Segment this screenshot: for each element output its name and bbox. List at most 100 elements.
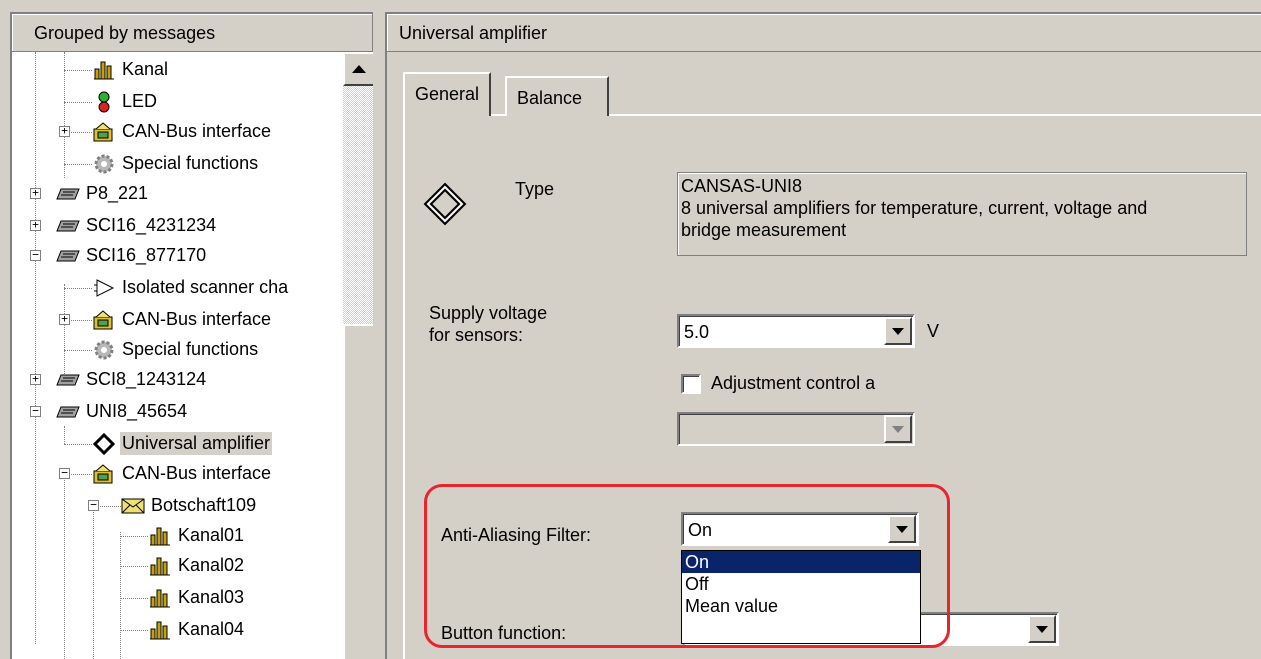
- tree-header[interactable]: Grouped by messages: [12, 14, 373, 52]
- tree-item-botschaft109[interactable]: Botschaft109: [121, 490, 258, 521]
- tree-item-kanal04[interactable]: Kanal04: [148, 614, 246, 645]
- adjustment-control-label: Adjustment control a: [711, 373, 876, 393]
- channel-bars-icon: [148, 525, 172, 547]
- tree-item-isolated-scanner[interactable]: Isolated scanner cha: [92, 272, 290, 303]
- tree-expand-toggle[interactable]: +: [30, 373, 41, 385]
- device-tree[interactable]: Kanal LED + CAN-Bus interface Special fu…: [12, 52, 343, 659]
- bridge-amplifier-icon: [421, 180, 469, 233]
- chevron-down-icon: [892, 425, 904, 433]
- tree-item-can-bus-interface[interactable]: CAN-Bus interface: [92, 304, 273, 335]
- tree-item-sci8-1243124[interactable]: SCI8_1243124: [56, 364, 208, 395]
- module-icon: [56, 369, 80, 391]
- tree-branch-line: [64, 70, 92, 71]
- tree-item-universal-amplifier[interactable]: Universal amplifier: [92, 428, 273, 459]
- can-bus-interface-icon: [92, 121, 116, 143]
- module-icon: [56, 215, 80, 237]
- tree-collapse-toggle[interactable]: −: [88, 499, 99, 511]
- supply-voltage-select[interactable]: 5.0: [677, 314, 915, 348]
- tree-expand-toggle[interactable]: +: [30, 187, 41, 199]
- envelope-icon: [121, 495, 145, 517]
- bridge-amplifier-icon: [92, 432, 116, 455]
- tree-item-kanal03[interactable]: Kanal03: [148, 582, 246, 613]
- led-icon: [92, 91, 116, 113]
- tree-collapse-toggle[interactable]: −: [59, 467, 70, 479]
- channel-bars-icon: [92, 59, 116, 81]
- tree-item-label: Kanal03: [178, 587, 245, 607]
- pane-splitter[interactable]: [373, 0, 385, 659]
- tree-expand-toggle[interactable]: +: [59, 313, 70, 325]
- tree-item-label: SCI16_4231234: [86, 215, 217, 235]
- can-bus-interface-icon: [92, 463, 116, 485]
- tree-item-sci16-877170[interactable]: SCI16_877170: [56, 240, 208, 271]
- tree-item-label: CAN-Bus interface: [122, 463, 272, 483]
- tree-item-can-bus-interface[interactable]: CAN-Bus interface: [92, 458, 273, 489]
- type-description: CANSAS-UNI8 8 universal amplifiers for t…: [677, 172, 1247, 256]
- dropdown-option-mean-value[interactable]: Mean value: [682, 595, 920, 617]
- tree-item-label: Universal amplifier: [120, 432, 273, 455]
- tree-branch-line: [64, 288, 92, 289]
- tree-item-kanal02[interactable]: Kanal02: [148, 550, 246, 581]
- tree-branch-line: [120, 536, 148, 537]
- scrollbar-thumb[interactable]: [343, 324, 373, 659]
- dropdown-option-on[interactable]: On: [682, 551, 920, 573]
- scroll-up-button[interactable]: [343, 52, 373, 86]
- tree-item-label: SCI8_1243124: [86, 369, 207, 389]
- anti-aliasing-filter-select[interactable]: On: [681, 512, 919, 546]
- adjustment-select[interactable]: [677, 412, 915, 446]
- tab-general[interactable]: General: [403, 72, 492, 116]
- tree-item-p8-221[interactable]: P8_221: [56, 178, 150, 209]
- dropdown-arrow-button[interactable]: [884, 415, 912, 443]
- type-name: CANSAS-UNI8: [681, 176, 803, 196]
- chevron-down-icon: [892, 327, 904, 335]
- adjustment-control-checkbox[interactable]: [681, 374, 701, 394]
- tree-item-label: UNI8_45654: [86, 401, 188, 421]
- tree-branch-line: [64, 102, 92, 103]
- tree-item-label: Kanal01: [178, 525, 245, 545]
- type-label: Type: [515, 179, 555, 199]
- channel-bars-icon: [148, 587, 172, 609]
- channel-bars-icon: [148, 555, 172, 577]
- type-description-line: bridge measurement: [681, 220, 847, 240]
- tree-item-label: Special functions: [122, 153, 259, 173]
- tree-guide-line: [35, 52, 36, 644]
- tree-branch-line: [64, 444, 92, 445]
- tree-item-special-functions[interactable]: Special functions: [92, 334, 260, 365]
- tree-item-uni8-45654[interactable]: UNI8_45654: [56, 396, 189, 427]
- tree-item-label: Special functions: [122, 339, 259, 359]
- tree-item-label: LED: [122, 91, 158, 111]
- button-function-label: Button function:: [441, 623, 567, 643]
- tab-balance[interactable]: Balance: [505, 76, 609, 116]
- dropdown-arrow-button[interactable]: [1028, 615, 1056, 643]
- module-icon: [56, 245, 80, 267]
- channel-bars-icon: [148, 619, 172, 641]
- tree-guide-line: [120, 532, 121, 659]
- tree-item-label: CAN-Bus interface: [122, 121, 272, 141]
- tree-item-led[interactable]: LED: [92, 86, 159, 117]
- tree-collapse-toggle[interactable]: −: [30, 405, 41, 417]
- tree-item-kanal01[interactable]: Kanal01: [148, 520, 246, 551]
- tree-scrollbar[interactable]: [343, 52, 373, 659]
- tree-branch-line: [64, 350, 92, 351]
- dropdown-option-off[interactable]: Off: [682, 573, 920, 595]
- chevron-down-icon: [1036, 625, 1048, 633]
- tree-expand-toggle[interactable]: +: [59, 125, 70, 137]
- tree-collapse-toggle[interactable]: −: [30, 249, 41, 261]
- supply-voltage-unit: V: [927, 321, 940, 341]
- tree-item-label: CAN-Bus interface: [122, 309, 272, 329]
- tree-item-label: Botschaft109: [151, 495, 257, 515]
- gear-icon: [92, 339, 116, 361]
- dropdown-arrow-button[interactable]: [884, 317, 912, 345]
- dropdown-arrow-button[interactable]: [888, 515, 916, 543]
- tree-item-can-bus-interface[interactable]: CAN-Bus interface: [92, 116, 273, 147]
- tree-item-special-functions[interactable]: Special functions: [92, 148, 260, 179]
- tree-expand-toggle[interactable]: +: [30, 219, 41, 231]
- tree-item-sci16-4231234[interactable]: SCI16_4231234: [56, 210, 218, 241]
- supply-voltage-label: Supply voltage for sensors:: [429, 302, 547, 346]
- tree-item-label: Kanal02: [178, 555, 245, 575]
- tree-pane: Grouped by messages Kanal LED + CAN-Bus …: [10, 12, 373, 659]
- anti-aliasing-filter-options[interactable]: On Off Mean value: [681, 550, 921, 644]
- tree-guide-line: [93, 500, 94, 659]
- tree-item-label: P8_221: [86, 183, 149, 203]
- tree-item-kanal[interactable]: Kanal: [92, 54, 170, 85]
- tree-guide-line: [64, 470, 65, 659]
